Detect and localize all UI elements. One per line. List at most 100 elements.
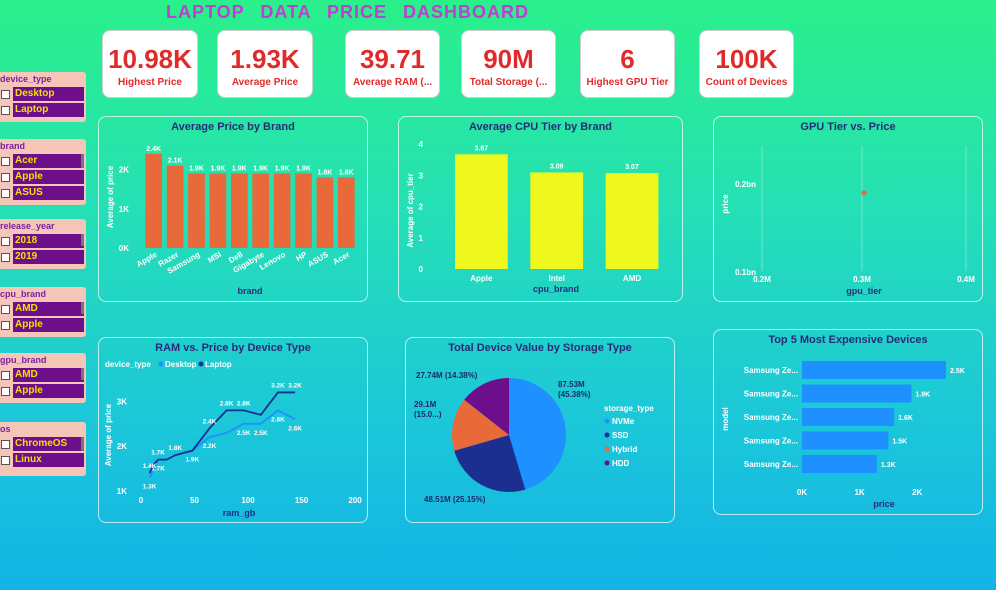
data-label: (15.0...) [414,410,442,419]
checkbox[interactable] [1,455,10,465]
chart-top5-devices[interactable]: Top 5 Most Expensive Devices 2.5K Samsung… [713,329,983,515]
y-tick-label: 0 [419,265,424,274]
kpi-total-storage[interactable]: 90M Total Storage (... [461,30,556,98]
slicer-item[interactable]: Desktop [0,87,86,101]
checkbox[interactable] [1,386,10,396]
slicer-item[interactable]: 2018 [0,234,86,248]
slicer-item-label: AMD [13,302,84,316]
bar [316,177,334,248]
slicer-scrollbar[interactable] [81,437,84,451]
chart-storage-value[interactable]: Total Device Value by Storage Type 87.53… [405,337,675,523]
data-label: 2.4K [203,418,217,425]
chart-ram-vs-price[interactable]: RAM vs. Price by Device Type device_type… [98,337,368,523]
kpi-label: Average RAM (... [352,77,433,88]
slicer-cpu-brand[interactable]: cpu_brand AMD Apple [0,287,86,337]
data-label: 1.3K [881,462,896,469]
legend-marker [604,432,610,438]
y-tick-label: 0.2bn [735,180,756,189]
x-tick-label: 1K [854,488,864,497]
y-axis-title: Average of price [106,165,115,228]
slicer-item[interactable]: ChromeOS [0,437,86,451]
slicer-item[interactable]: Apple [0,384,86,398]
chart-gpu-vs-price[interactable]: GPU Tier vs. Price 0.2M 0.3M 0.4M 0.1bn 0.2b… [713,116,983,302]
checkbox[interactable] [1,89,10,99]
y-tick-label: 1K [119,205,129,214]
checkbox[interactable] [1,320,10,330]
data-label: 2.5K [237,430,251,437]
checkbox[interactable] [1,252,10,262]
y-tick-label: Samsung Ze... [744,390,798,399]
chart-avg-cpu-by-brand[interactable]: Average CPU Tier by Brand 0 1 2 3 4 3.67 Apple… [398,116,683,302]
slicer-device-type[interactable]: device_type Desktop Laptop [0,72,86,122]
slicer-os[interactable]: os ChromeOS Linux [0,422,86,476]
slicer-item-label: Desktop [13,87,84,101]
slicer-item[interactable]: AMD [0,302,86,316]
checkbox[interactable] [1,172,10,182]
x-tick-label: Apple [135,250,159,269]
slicer-item[interactable]: Linux [0,453,86,467]
kpi-value: 90M [483,44,534,74]
kpi-value: 39.71 [359,44,426,74]
chart-avg-price-by-brand[interactable]: Average Price by Brand 0K 1K 2K 2.4K Apple 2.… [98,116,368,302]
slicer-item-label: Apple [13,318,84,332]
slicer-scrollbar[interactable] [81,154,84,168]
data-label: 1.9K [189,165,204,172]
kpi-average-ram[interactable]: 39.71 Average RAM (... [345,30,440,98]
slicer-item[interactable]: 2019 [0,250,86,264]
bar [802,384,912,403]
y-tick-label: 4 [419,140,424,149]
checkbox[interactable] [1,370,10,380]
gpu-scatter-chart: 0.2M 0.3M 0.4M0.1bn0.2bngpu_tierprice [721,146,975,296]
legend-label: NVMe [612,417,635,426]
data-label: 3.09 [550,163,564,170]
data-label: 1.9K [296,165,311,172]
dashboard-title: LAPTOP DATA PRICE DASHBOARD [166,2,530,22]
checkbox[interactable] [1,188,10,198]
y-tick-label: 2 [419,203,424,212]
slicer-gpu-brand[interactable]: gpu_brand AMD Apple [0,353,86,403]
kpi-average-price[interactable]: 1.93K Average Price [217,30,313,98]
data-label: 3.2K [288,382,302,389]
kpi-value: 100K [715,44,778,74]
data-label: 2.8K [271,416,285,423]
y-axis-title: price [721,194,730,214]
kpi-count-devices[interactable]: 100K Count of Devices [699,30,794,98]
slicer-item[interactable]: Acer [0,154,86,168]
y-tick-label: 3 [419,171,424,180]
data-label: (45.38%) [558,390,591,399]
x-tick-label: Intel [548,274,564,283]
data-point [861,190,867,196]
slicer-scrollbar[interactable] [81,302,84,314]
data-label: 1.9K [253,165,268,172]
y-tick-label: Samsung Ze... [744,366,798,375]
slicer-item[interactable]: Apple [0,318,86,332]
x-axis-title: gpu_tier [846,286,882,296]
checkbox[interactable] [1,236,10,246]
y-tick-label: 1 [419,234,424,243]
chart-title: Average CPU Tier by Brand [468,121,613,133]
slicer-scrollbar[interactable] [81,368,84,380]
slicer-brand[interactable]: brand Acer Apple ASUS [0,139,86,205]
data-label: 2.8K [237,400,251,407]
slicer-item-label: Apple [13,170,84,184]
checkbox[interactable] [1,105,10,115]
checkbox[interactable] [1,304,10,314]
checkbox[interactable] [1,439,10,449]
data-label: 48.51M (25.15%) [424,495,486,504]
data-label: 2.5K [950,368,965,375]
slicer-release-year[interactable]: release_year 2018 2019 [0,219,86,269]
kpi-value: 6 [620,44,635,74]
legend-marker [604,446,610,452]
legend-title: device_type [105,360,151,369]
slicer-item[interactable]: ASUS [0,186,86,200]
kpi-highest-price[interactable]: 10.98K Highest Price [102,30,198,98]
checkbox[interactable] [1,156,10,166]
kpi-highest-gpu-tier[interactable]: 6 Highest GPU Tier [580,30,675,98]
data-label: 1.9K [211,165,226,172]
slicer-scrollbar[interactable] [81,234,84,246]
slicer-item[interactable]: Laptop [0,103,86,117]
x-tick-label: 0 [139,496,144,505]
slicer-item-label: ChromeOS [13,437,84,451]
slicer-item[interactable]: AMD [0,368,86,382]
slicer-item[interactable]: Apple [0,170,86,184]
